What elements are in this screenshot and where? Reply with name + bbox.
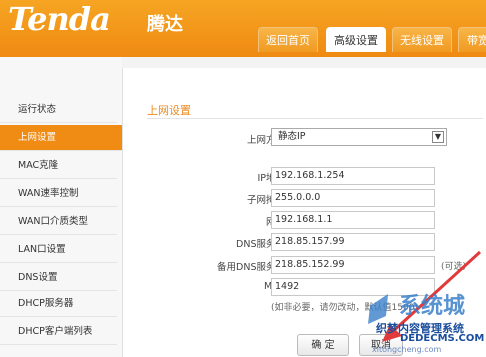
sidebar-item-dhcp-server[interactable]: DHCP服务器 [0, 291, 117, 317]
sidebar-item-wan-medium[interactable]: WAN口介质类型 [0, 209, 117, 235]
sidebar-item-status[interactable]: 运行状态 [0, 97, 117, 123]
connection-mode-value: 静态IP [278, 131, 306, 142]
tab-bandwidth[interactable]: 带宽 [458, 27, 486, 52]
sidebar-item-dhcp-clients[interactable]: DHCP客户端列表 [0, 319, 117, 345]
sidebar: 运行状态 上网设置 MAC克隆 WAN速率控制 WAN口介质类型 LAN口设置 … [0, 57, 122, 357]
watermark-logo: 系统城 [399, 294, 466, 319]
sidebar-item-lan[interactable]: LAN口设置 [0, 237, 117, 263]
sidebar-item-internet[interactable]: 上网设置 [0, 125, 122, 151]
tenda-logo-cn: 腾达 [147, 14, 183, 35]
sidebar-item-wan-speed[interactable]: WAN速率控制 [0, 181, 117, 207]
confirm-button[interactable]: 确 定 [297, 334, 349, 356]
sidebar-item-mac-clone[interactable]: MAC克隆 [0, 153, 117, 179]
sidebar-item-dns[interactable]: DNS设置 [0, 265, 117, 291]
watermark-domain: DEDECMS.COM [400, 333, 485, 344]
tenda-logo: Tenda [8, 0, 111, 38]
tab-home[interactable]: 返回首页 [258, 27, 318, 52]
page-title: 上网设置 [147, 104, 191, 117]
title-divider [147, 118, 483, 119]
top-header: Tenda 腾达 返回首页 高级设置 无线设置 带宽 [0, 0, 486, 57]
ip-address-field[interactable]: 192.168.1.254 [271, 167, 435, 185]
connection-mode-select[interactable]: 静态IP ▼ [271, 128, 447, 146]
tab-advanced[interactable]: 高级设置 [326, 27, 386, 52]
chevron-down-icon[interactable]: ▼ [432, 131, 444, 143]
subnet-mask-field[interactable]: 255.0.0.0 [271, 189, 435, 207]
gateway-field[interactable]: 192.168.1.1 [271, 211, 435, 229]
tab-wireless[interactable]: 无线设置 [392, 27, 452, 52]
watermark-site: xitongcheng.com [372, 345, 442, 354]
